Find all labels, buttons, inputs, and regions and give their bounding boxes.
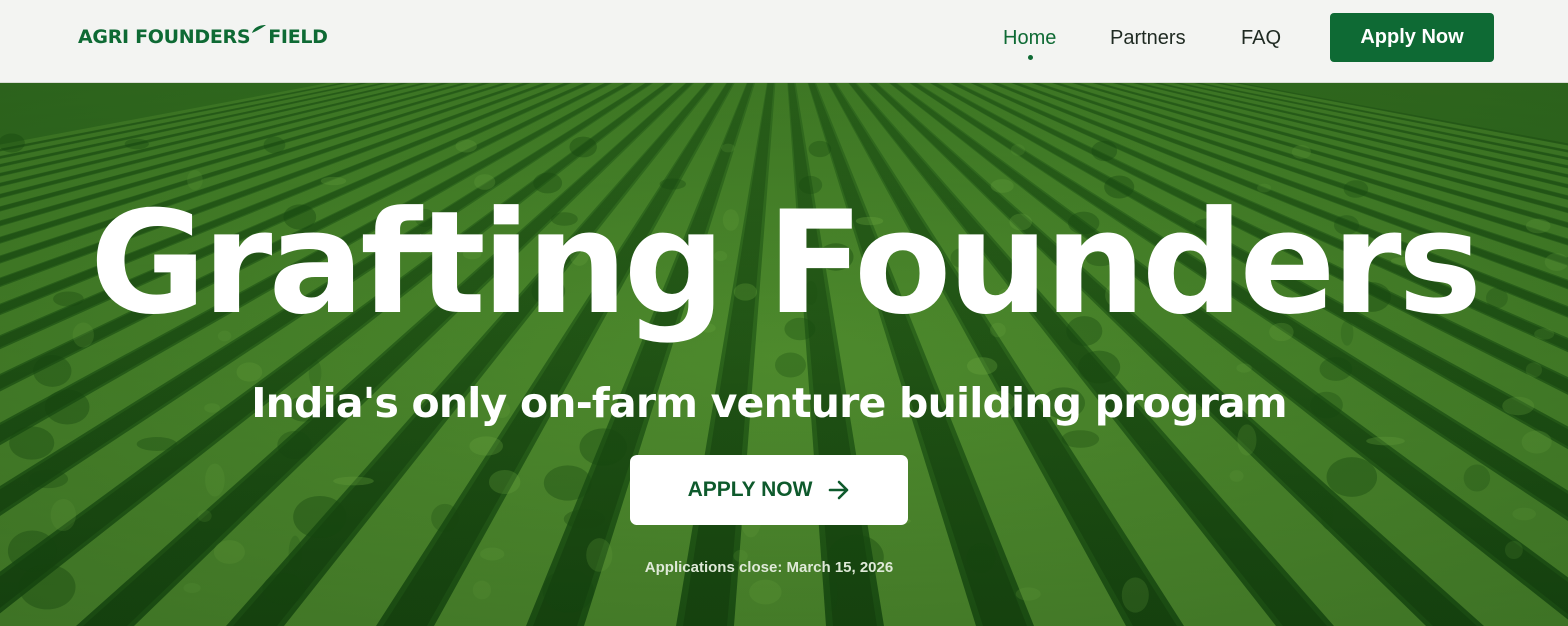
apply-now-hero-button[interactable]: APPLY NOW — [630, 455, 908, 525]
logo-text-agri-founders: AGRI FOUNDERS — [78, 26, 251, 48]
arrow-right-icon — [829, 480, 849, 500]
logo-text-field: FIELD — [268, 26, 328, 48]
hero-section: Grafting Founders India's only on-farm v… — [0, 83, 1568, 626]
apply-now-hero-label: APPLY NOW — [687, 478, 813, 501]
applications-deadline: Applications close: March 15, 2026 — [644, 559, 894, 576]
apply-now-header-button[interactable]: Apply Now — [1330, 13, 1494, 62]
site-logo[interactable]: AGRI FOUNDERS FIELD — [78, 25, 328, 48]
hero-subtitle: India's only on-farm venture building pr… — [251, 379, 1287, 427]
hero-overlay — [0, 83, 1568, 626]
site-header: AGRI FOUNDERS FIELD Home Partners FAQ Ap… — [0, 0, 1568, 83]
nav-faq[interactable]: FAQ — [1241, 27, 1281, 50]
nav-home[interactable]: Home — [1003, 27, 1056, 50]
hero-title: Grafting Founders — [89, 181, 1482, 346]
active-indicator-dot-icon — [1028, 55, 1033, 60]
nav-partners[interactable]: Partners — [1110, 27, 1186, 50]
leaf-icon — [251, 17, 267, 33]
apply-now-header-label: Apply Now — [1360, 26, 1464, 48]
